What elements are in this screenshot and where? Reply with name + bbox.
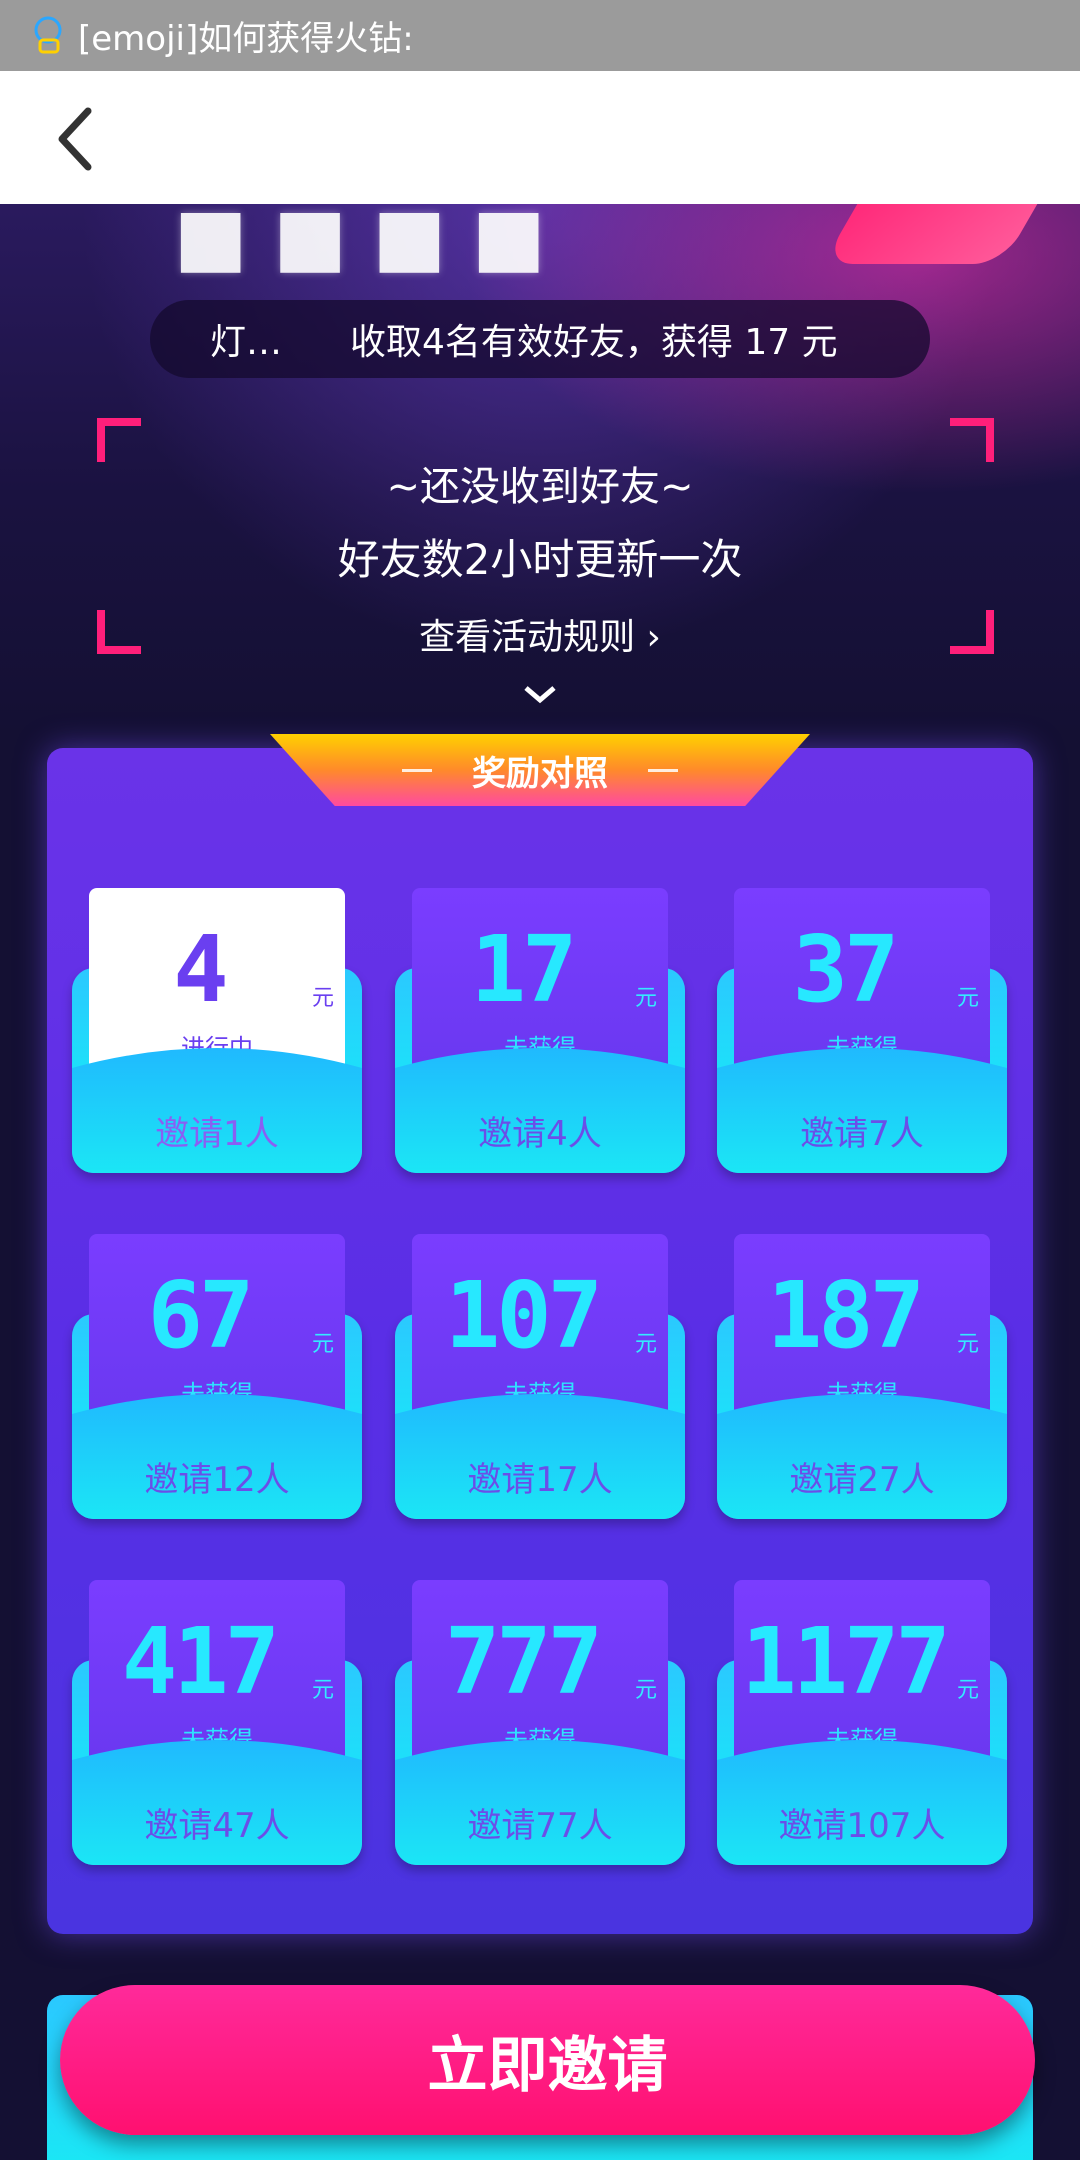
hero-decoration	[822, 204, 1038, 264]
reward-card[interactable]: 1177元未获得邀请107人	[717, 1580, 1007, 1870]
invite-requirement: 邀请17人	[467, 1460, 613, 1500]
reward-card[interactable]: 187元未获得邀请27人	[717, 1234, 1007, 1524]
status-bar: [emoji]如何获得火钻:	[0, 0, 1080, 71]
reward-card[interactable]: 17元未获得邀请4人	[395, 888, 685, 1178]
reward-amount: 17	[470, 916, 578, 1023]
hero-banner: ▪▪▪▪ 灯… 收取4名有效好友，获得 17 元 ~还没收到好友~ 好友数2小时…	[0, 204, 1080, 734]
reward-unit: 元	[634, 1332, 657, 1357]
marquee-lead: 灯…	[210, 322, 283, 363]
rewards-tab-title: 奖励对照	[270, 734, 810, 806]
invite-requirement: 邀请12人	[144, 1460, 290, 1500]
reward-amount: 107	[444, 1262, 603, 1369]
tab-dash	[402, 768, 432, 772]
reward-amount: 67	[147, 1262, 255, 1369]
invite-requirement: 邀请4人	[478, 1114, 602, 1154]
tab-dash	[648, 768, 678, 772]
reward-unit: 元	[634, 986, 657, 1011]
rewards-tab-label: 奖励对照	[472, 753, 608, 794]
invite-now-button[interactable]: 立即邀请	[60, 1985, 1035, 2135]
reward-marquee: 灯… 收取4名有效好友，获得 17 元	[150, 300, 930, 378]
hero-title-art: ▪▪▪▪	[170, 204, 568, 303]
reward-amount: 4	[173, 916, 228, 1023]
nav-bar	[0, 71, 1080, 204]
back-button[interactable]	[40, 99, 112, 179]
rules-link[interactable]: 查看活动规则 ›	[0, 608, 1080, 660]
friends-empty-text: ~还没收到好友~	[386, 464, 694, 510]
reward-amount: 777	[444, 1608, 603, 1715]
reward-unit: 元	[311, 986, 334, 1011]
invite-requirement: 邀请47人	[144, 1806, 290, 1846]
invite-requirement: 邀请1人	[155, 1114, 279, 1154]
reward-card[interactable]: 37元未获得邀请7人	[717, 888, 1007, 1178]
notification-text: [emoji]如何获得火钻:	[78, 19, 414, 59]
reward-card[interactable]: 67元未获得邀请12人	[72, 1234, 362, 1524]
reward-amount: 417	[121, 1608, 280, 1715]
refresh-note: 好友数2小时更新一次	[337, 535, 743, 584]
reward-unit: 元	[311, 1332, 334, 1357]
reward-card[interactable]: 107元未获得邀请17人	[395, 1234, 685, 1524]
invite-requirement: 邀请27人	[789, 1460, 935, 1500]
reward-unit: 元	[311, 1678, 334, 1703]
invite-requirement: 邀请7人	[800, 1114, 924, 1154]
reward-amount: 37	[792, 916, 900, 1023]
invite-requirement: 邀请77人	[467, 1806, 613, 1846]
reward-amount: 187	[766, 1262, 925, 1369]
chevron-left-icon	[58, 107, 92, 171]
reward-card[interactable]: 417元未获得邀请47人	[72, 1580, 362, 1870]
reward-unit: 元	[956, 1332, 979, 1357]
reward-amount: 1177	[741, 1608, 951, 1715]
invite-requirement: 邀请107人	[778, 1806, 946, 1846]
bot-icon	[34, 16, 62, 53]
reward-unit: 元	[956, 986, 979, 1011]
reward-card[interactable]: 777元未获得邀请77人	[395, 1580, 685, 1870]
reward-unit: 元	[634, 1678, 657, 1703]
marquee-message: 收取4名有效好友，获得 17 元	[350, 322, 838, 363]
reward-card[interactable]: 4元进行中邀请1人	[72, 888, 362, 1178]
chevron-down-icon	[524, 686, 556, 704]
reward-unit: 元	[956, 1678, 979, 1703]
